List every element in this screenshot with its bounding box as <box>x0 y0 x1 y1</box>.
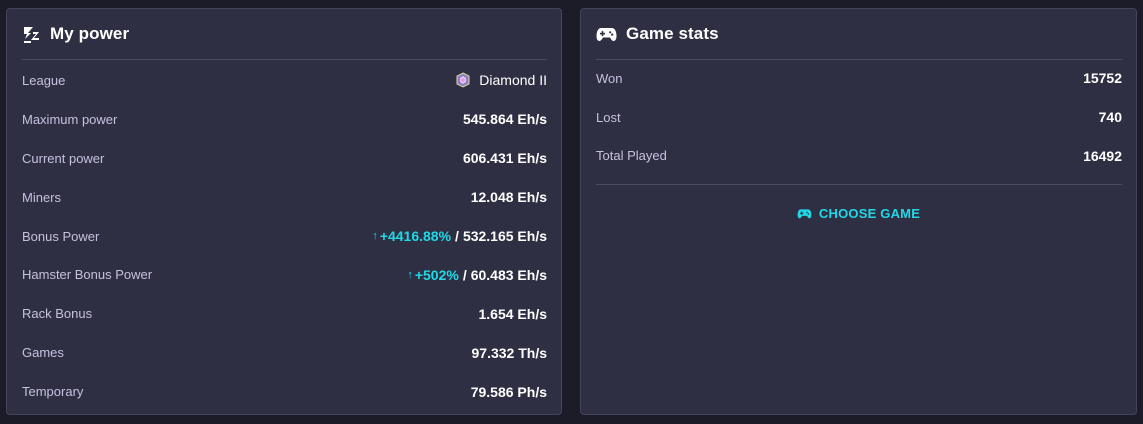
bonus-power-percent: +4416.88% <box>379 228 452 244</box>
hamster-bonus-percent: +502% <box>414 266 459 283</box>
row-lost: Lost 740 <box>596 98 1122 137</box>
lost-label: Lost <box>596 109 621 125</box>
row-miners: Miners 12.048 Eh/s <box>22 178 547 217</box>
current-power-value: 606.431 Eh/s <box>462 150 547 167</box>
my-power-list: League Diamond II Maximum power 545.864 … <box>22 61 547 411</box>
row-games: Games 97.332 Th/s <box>22 333 547 372</box>
maximum-power-label: Maximum power <box>22 111 118 127</box>
row-league: League Diamond II <box>22 61 547 100</box>
arrow-up-icon: ↑ <box>372 230 378 242</box>
league-value-wrap: Diamond II <box>455 72 547 88</box>
row-rack-bonus: Rack Bonus 1.654 Eh/s <box>22 294 547 333</box>
bonus-power-label: Bonus Power <box>22 228 100 244</box>
rack-bonus-value: 1.654 Eh/s <box>478 305 548 322</box>
row-current-power: Current power 606.431 Eh/s <box>22 139 547 178</box>
hamster-bonus-power-value-wrap: ↑ +502% / 60.483 Eh/s <box>407 267 547 283</box>
current-power-label: Current power <box>22 150 105 166</box>
game-stats-panel: Game stats Won 15752 Lost 740 Total Play… <box>580 8 1137 415</box>
bonus-power-value: 532.165 Eh/s <box>462 228 547 244</box>
choose-game-button[interactable]: CHOOSE GAME <box>581 206 1136 221</box>
total-played-value: 16492 <box>1083 147 1122 164</box>
hamster-bonus-power-label: Hamster Bonus Power <box>22 267 153 283</box>
hamster-bonus-separator: / <box>462 266 467 283</box>
diamond-league-icon <box>455 72 471 88</box>
won-label: Won <box>596 70 623 86</box>
bonus-power-separator: / <box>455 228 459 244</box>
total-played-label: Total Played <box>596 148 667 164</box>
league-value: Diamond II <box>479 72 547 89</box>
my-power-title: My power <box>50 24 130 43</box>
row-bonus-power: Bonus Power ↑ +4416.88% / 532.165 Eh/s <box>22 217 547 256</box>
bonus-power-percent-wrap: ↑ +4416.88% <box>372 228 451 244</box>
temporary-value: 79.586 Ph/s <box>470 383 547 400</box>
page: My power League Diamond II Maximum power… <box>0 0 1143 424</box>
rack-bonus-label: Rack Bonus <box>22 306 93 322</box>
games-value: 97.332 Th/s <box>471 344 548 361</box>
games-label: Games <box>22 345 64 361</box>
row-hamster-bonus-power: Hamster Bonus Power ↑ +502% / 60.483 Eh/… <box>22 255 547 294</box>
won-value: 15752 <box>1083 70 1122 87</box>
bonus-power-value-wrap: ↑ +4416.88% / 532.165 Eh/s <box>372 228 547 244</box>
power-icon <box>22 25 41 44</box>
game-stats-list: Won 15752 Lost 740 Total Played 16492 <box>596 61 1122 175</box>
game-stats-title: Game stats <box>626 24 719 43</box>
my-power-panel: My power League Diamond II Maximum power… <box>6 8 562 415</box>
temporary-label: Temporary <box>22 384 84 400</box>
row-total-played: Total Played 16492 <box>596 136 1122 175</box>
gamepad-icon <box>797 208 812 219</box>
gamepad-icon <box>596 26 617 42</box>
maximum-power-value: 545.864 Eh/s <box>462 111 547 128</box>
arrow-up-icon: ↑ <box>407 268 413 281</box>
hamster-bonus-percent-wrap: ↑ +502% <box>407 267 458 283</box>
row-maximum-power: Maximum power 545.864 Eh/s <box>22 100 547 139</box>
game-stats-header: Game stats <box>596 9 1122 60</box>
lost-value: 740 <box>1098 109 1122 126</box>
miners-label: Miners <box>22 189 62 205</box>
hamster-bonus-power-value: 60.483 Eh/s <box>470 266 547 283</box>
choose-game-label: CHOOSE GAME <box>818 206 921 221</box>
my-power-header: My power <box>22 9 547 60</box>
league-label: League <box>22 72 66 88</box>
miners-value: 12.048 Eh/s <box>470 189 547 206</box>
game-stats-divider <box>596 184 1122 185</box>
row-temporary: Temporary 79.586 Ph/s <box>22 372 547 411</box>
row-won: Won 15752 <box>596 59 1122 98</box>
